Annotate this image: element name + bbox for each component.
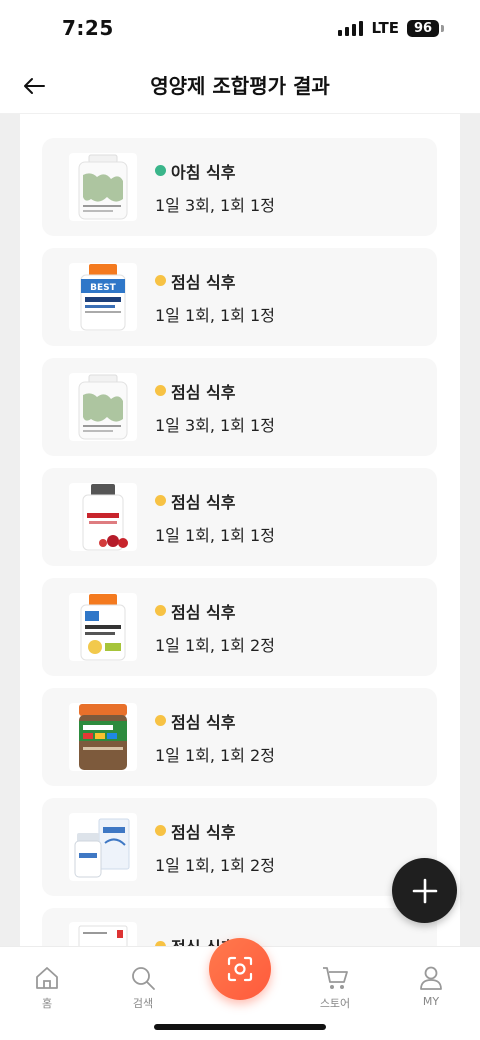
supplement-image: [69, 813, 137, 881]
supplement-image: [69, 922, 137, 946]
supplement-image: [69, 703, 137, 771]
dosage-text: 1일 3회, 1회 1정: [155, 195, 275, 215]
intake-timing: 점심 식후: [171, 382, 236, 402]
nav-search-label: 검색: [132, 997, 154, 1010]
supplement-image: [69, 153, 137, 221]
status-dot: [155, 385, 166, 396]
intake-timing: 점심 식후: [171, 272, 236, 292]
battery-icon: 96: [407, 19, 439, 37]
user-icon: [420, 966, 442, 990]
supplement-card[interactable]: 아침 식후 1일 3회, 1회 1정: [42, 138, 437, 236]
intake-timing: 점심 식후: [171, 822, 236, 842]
nav-search[interactable]: 검색: [103, 965, 183, 1011]
dosage-text: 1일 1회, 1회 1정: [155, 305, 275, 325]
status-indicators: LTE 96: [338, 19, 444, 37]
nav-my[interactable]: MY: [391, 965, 471, 1008]
cart-icon: [323, 967, 348, 989]
supplement-card[interactable]: 점심 식후 1일 3회, 1회 1정: [42, 358, 437, 456]
intake-timing: 점심 식후: [171, 492, 236, 512]
status-dot: [155, 715, 166, 726]
plus-icon: [412, 878, 437, 903]
nav-my-label: MY: [422, 995, 440, 1008]
dosage-text: 1일 3회, 1회 1정: [155, 415, 275, 435]
supplement-image: [69, 373, 137, 441]
intake-timing: 아침 식후: [171, 162, 236, 182]
supplement-card[interactable]: 점심 식후 1일 1회, 1회 2정: [42, 798, 437, 896]
dosage-text: 1일 1회, 1회 2정: [155, 855, 275, 875]
dosage-text: 1일 1회, 1회 2정: [155, 635, 275, 655]
nav-home-label: 홈: [41, 997, 53, 1010]
supplement-card[interactable]: 점심 식후 1일 1회, 1회 2정: [42, 578, 437, 676]
status-time: 7:25: [62, 16, 114, 40]
supplement-image: [69, 593, 137, 661]
add-button[interactable]: [392, 858, 457, 923]
home-indicator: [154, 1024, 326, 1030]
signal-icon: [338, 20, 364, 36]
status-dot: [155, 165, 166, 176]
scan-button[interactable]: [209, 938, 271, 1000]
search-icon: [132, 967, 155, 990]
home-icon: [36, 967, 58, 989]
scan-icon: [227, 956, 253, 982]
app-header: 영양제 조합평가 결과: [0, 56, 480, 114]
supplement-list: 아침 식후 1일 3회, 1회 1정 BEST 점심 식후 1일 1회, 1회 …: [20, 114, 460, 946]
intake-timing: 점심 식후: [171, 712, 236, 732]
arrow-left-icon: [24, 78, 45, 94]
supplement-card[interactable]: 점심 식후 1일 1회, 1회 2정: [42, 688, 437, 786]
page-title: 영양제 조합평가 결과: [150, 74, 330, 98]
status-bar: 7:25 LTE 96: [0, 0, 480, 56]
dosage-text: 1일 1회, 1회 1정: [155, 525, 275, 545]
status-dot: [155, 495, 166, 506]
nav-store[interactable]: 스토어: [295, 965, 375, 1011]
nav-store-label: 스토어: [319, 997, 351, 1010]
status-dot: [155, 275, 166, 286]
supplement-card[interactable]: BEST 점심 식후 1일 1회, 1회 1정: [42, 248, 437, 346]
supplement-image: BEST: [69, 263, 137, 331]
status-dot: [155, 825, 166, 836]
intake-timing: 점심 식후: [171, 602, 236, 622]
status-dot: [155, 605, 166, 616]
battery-tip: [441, 24, 444, 32]
supplement-image: [69, 483, 137, 551]
network-label: LTE: [371, 19, 399, 37]
svg-text:BEST: BEST: [90, 283, 116, 293]
back-button[interactable]: [20, 72, 48, 100]
nav-home[interactable]: 홈: [7, 965, 87, 1011]
dosage-text: 1일 1회, 1회 2정: [155, 745, 275, 765]
supplement-card[interactable]: 점심 식후 1일 1회, 1회 1정: [42, 468, 437, 566]
